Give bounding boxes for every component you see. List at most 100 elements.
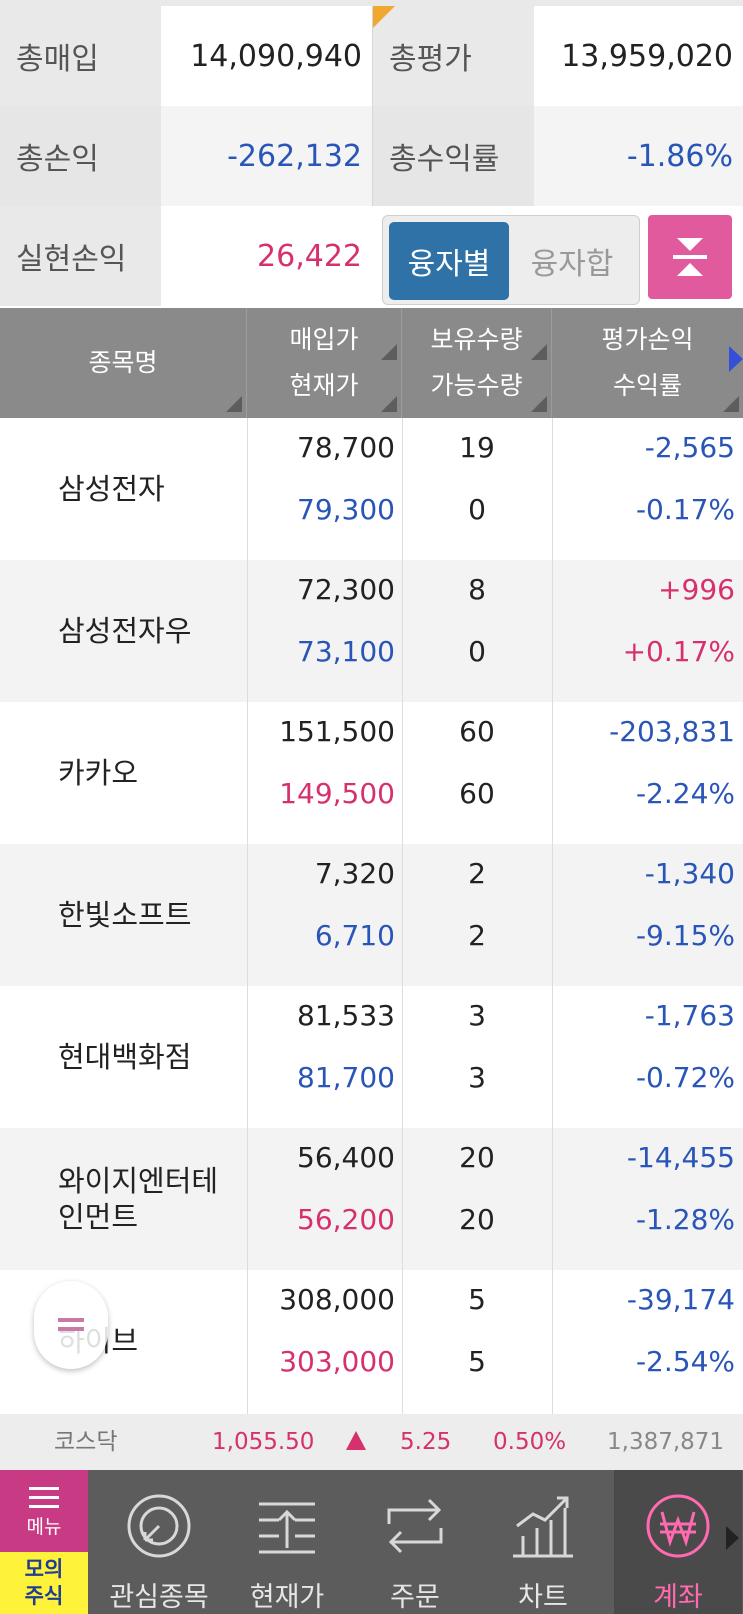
- return-rate: -9.15%: [635, 919, 735, 952]
- hold-qty: 8: [468, 573, 486, 606]
- summary-row-2: 총손익 -262,132 총수익률 -1.86%: [0, 106, 743, 206]
- buy-price: 81,533: [297, 999, 395, 1032]
- eval-pl: -14,455: [626, 1141, 735, 1174]
- menu-label: 메뉴: [26, 1515, 62, 1538]
- ticker-change: 5.25: [400, 1429, 452, 1455]
- next-columns-icon[interactable]: [729, 346, 743, 372]
- total-purchase-value: 14,090,940: [161, 6, 372, 106]
- column-header-qty[interactable]: 보유수량 가능수량: [402, 308, 552, 418]
- header-name-label: 종목명: [88, 348, 158, 377]
- hamburger-icon: [58, 1318, 84, 1331]
- stock-name: 카카오: [58, 756, 139, 790]
- avail-qty: 0: [468, 635, 486, 668]
- menu-area: 메뉴: [0, 1470, 88, 1552]
- current-price: 79,300: [297, 493, 395, 526]
- buy-price: 72,300: [297, 573, 395, 606]
- table-row[interactable]: 하이브 308,000 303,000 5 5 -39,174 -2.54%: [0, 1270, 743, 1412]
- column-divider: [247, 418, 248, 1414]
- total-pl-value: -262,132: [161, 106, 372, 206]
- header-return-label: 수익률: [612, 371, 682, 400]
- loan-separate-button[interactable]: 융자별: [389, 222, 509, 300]
- nav-current-price[interactable]: 현재가: [223, 1470, 351, 1614]
- sort-icon: [531, 396, 547, 412]
- stock-name-line2: 인먼트: [58, 1200, 139, 1234]
- watchlist-icon: [121, 1488, 197, 1563]
- eval-pl: -203,831: [609, 715, 735, 748]
- loan-combined-button[interactable]: 융자합: [509, 222, 635, 300]
- column-header-pl[interactable]: 평가손익 수익률: [552, 308, 743, 418]
- stock-name: 삼성전자: [58, 472, 165, 506]
- total-return-label: 총수익률: [372, 106, 534, 206]
- sort-icon: [381, 344, 397, 360]
- mode-line1: 모의: [24, 1557, 64, 1581]
- hold-qty: 2: [468, 857, 486, 890]
- stock-name: 현대백화점: [58, 1040, 192, 1074]
- ticker-percent: 0.50%: [493, 1429, 567, 1455]
- order-icon: [377, 1488, 453, 1563]
- total-pl-label: 총손익: [0, 106, 161, 206]
- sort-icon: [723, 396, 739, 412]
- nav-label: 차트: [518, 1582, 568, 1613]
- eval-pl: -1,763: [644, 999, 735, 1032]
- bottom-navigation: 메뉴 모의 주식 관심종목 현재가 주문 차트 계좌: [0, 1470, 743, 1614]
- nav-label: 현재가: [249, 1582, 325, 1613]
- holdings-table-header: 종목명 매입가 현재가 보유수량 가능수량 평가손익 수익률: [0, 308, 743, 418]
- account-summary: 총매입 14,090,940 총평가 13,959,020 총손익 -262,1…: [0, 0, 743, 308]
- table-row[interactable]: 와이지엔터테 인먼트 56,400 56,200 20 20 -14,455 -…: [0, 1128, 743, 1270]
- column-header-name[interactable]: 종목명: [0, 308, 247, 418]
- menu-button[interactable]: 메뉴 모의 주식: [0, 1470, 88, 1614]
- corner-marker-icon: [373, 6, 395, 28]
- table-row[interactable]: 삼성전자 78,700 79,300 19 0 -2,565 -0.17%: [0, 418, 743, 560]
- realized-pl-value: 26,422: [161, 206, 372, 306]
- current-price: 149,500: [279, 777, 395, 810]
- hold-qty: 3: [468, 999, 486, 1032]
- avail-qty: 20: [459, 1203, 495, 1236]
- column-header-price[interactable]: 매입가 현재가: [247, 308, 402, 418]
- mock-trading-badge: 모의 주식: [0, 1552, 88, 1614]
- current-price: 303,000: [279, 1345, 395, 1378]
- loan-toggle: 융자별 융자합: [382, 215, 640, 305]
- buy-price: 7,320: [314, 857, 395, 890]
- stock-name-line1: 와이지엔터테: [58, 1164, 219, 1198]
- return-rate: -2.24%: [635, 777, 735, 810]
- collapse-icon: [673, 238, 707, 276]
- hold-qty: 5: [468, 1283, 486, 1316]
- buy-price: 56,400: [297, 1141, 395, 1174]
- header-eval-pl-label: 평가손익: [601, 325, 694, 354]
- total-return-value: -1.86%: [534, 106, 743, 206]
- hold-qty: 19: [459, 431, 495, 464]
- current-price-icon: [249, 1488, 325, 1563]
- table-row[interactable]: 삼성전자우 72,300 73,100 8 0 +996 +0.17%: [0, 560, 743, 702]
- header-current-price-label: 현재가: [289, 371, 359, 400]
- nav-watchlist[interactable]: 관심종목: [95, 1470, 223, 1614]
- nav-order[interactable]: 주문: [351, 1470, 479, 1614]
- table-row[interactable]: 현대백화점 81,533 81,700 3 3 -1,763 -0.72%: [0, 986, 743, 1128]
- eval-pl: -2,565: [644, 431, 735, 464]
- header-hold-qty-label: 보유수량: [430, 325, 523, 354]
- return-rate: +0.17%: [622, 635, 735, 668]
- floating-quick-button[interactable]: [34, 1281, 108, 1369]
- hold-qty: 60: [459, 715, 495, 748]
- return-rate: -2.54%: [635, 1345, 735, 1378]
- current-price: 73,100: [297, 635, 395, 668]
- ticker-index-value: 1,055.50: [212, 1429, 315, 1455]
- collapse-expand-button[interactable]: [648, 215, 732, 299]
- nav-account[interactable]: 계좌: [614, 1470, 742, 1614]
- up-arrow-icon: [346, 1431, 366, 1450]
- avail-qty: 5: [468, 1345, 486, 1378]
- table-row[interactable]: 카카오 151,500 149,500 60 60 -203,831 -2.24…: [0, 702, 743, 844]
- stock-name: 와이지엔터테 인먼트: [58, 1128, 248, 1270]
- stock-name: 한빛소프트: [58, 898, 192, 932]
- buy-price: 78,700: [297, 431, 395, 464]
- table-row[interactable]: 한빛소프트 7,320 6,710 2 2 -1,340 -9.15%: [0, 844, 743, 986]
- index-ticker[interactable]: 코스닥 1,055.50 5.25 0.50% 1,387,871: [0, 1414, 743, 1470]
- nav-chart[interactable]: 차트: [479, 1470, 607, 1614]
- sort-icon: [226, 396, 242, 412]
- sort-icon: [381, 396, 397, 412]
- current-price: 81,700: [297, 1061, 395, 1094]
- nav-label: 관심종목: [109, 1582, 209, 1613]
- nav-next-icon[interactable]: [726, 1526, 739, 1550]
- ticker-volume: 1,387,871: [607, 1429, 725, 1455]
- return-rate: -0.72%: [635, 1061, 735, 1094]
- eval-pl: -1,340: [644, 857, 735, 890]
